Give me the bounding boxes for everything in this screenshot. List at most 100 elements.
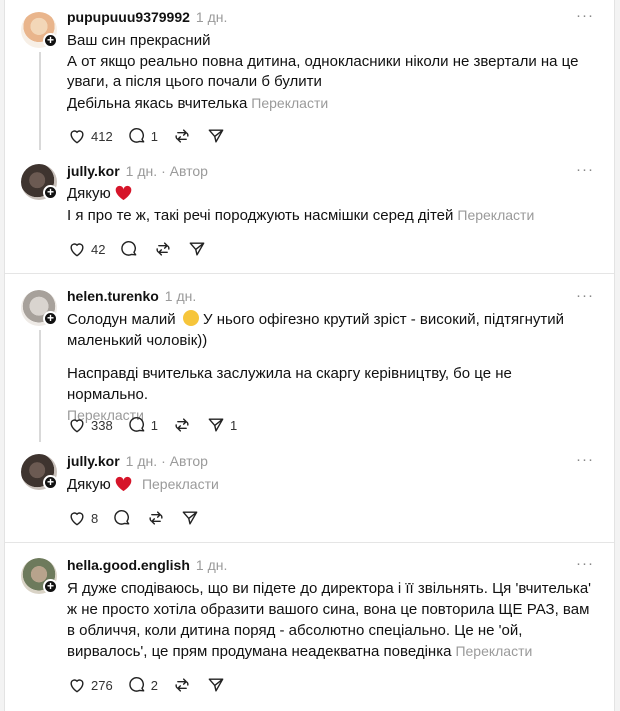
like-button[interactable]: 412: [67, 126, 113, 146]
comment-icon: [128, 677, 145, 692]
username[interactable]: pupupuuu9379992: [67, 9, 190, 25]
repost-icon: [175, 418, 189, 432]
red-heart-emoji: [115, 185, 132, 201]
reply-button[interactable]: 1: [127, 126, 158, 146]
comment-line: Дякую: [67, 476, 111, 493]
comment-text: Я дуже сподіваюсь, що ви підете до дирек…: [67, 578, 595, 662]
follow-plus-icon[interactable]: +: [43, 475, 58, 490]
divider: [5, 273, 614, 274]
comment-header: jully.kor 1 дн. · Автор: [67, 453, 208, 469]
comment-icon: [114, 510, 130, 525]
comment-header: pupupuuu9379992 1 дн.: [67, 9, 227, 25]
more-options-icon[interactable]: ···: [576, 161, 594, 178]
username[interactable]: jully.kor: [67, 453, 120, 469]
username[interactable]: jully.kor: [67, 163, 120, 179]
translate-link[interactable]: Перекласти: [251, 95, 328, 111]
comment-icon: [128, 128, 145, 143]
action-bar: 338 1 1: [67, 415, 251, 435]
like-button[interactable]: 8: [67, 508, 98, 528]
repost-icon: [156, 242, 171, 256]
thread-line: [39, 330, 41, 442]
comment-text: Солодун малий У нього офігезно крутий зр…: [67, 310, 595, 427]
timestamp: 1 дн.: [125, 163, 158, 179]
timestamp: 1 дн.: [125, 453, 158, 469]
reply-count: 1: [150, 417, 158, 433]
comments-panel: + pupupuuu9379992 1 дн. ··· Ваш син прекр…: [4, 0, 615, 711]
repost-icon: [149, 511, 163, 525]
more-options-icon[interactable]: ···: [576, 287, 594, 304]
action-bar: 8: [67, 508, 214, 528]
comment-line: Насправді вчителька заслужила на скаргу …: [67, 365, 512, 403]
timestamp: 1 дн.: [195, 557, 228, 573]
like-count: 42: [91, 241, 106, 257]
share-button[interactable]: [206, 675, 226, 695]
repost-button[interactable]: [172, 415, 192, 435]
share-button[interactable]: 1: [206, 415, 237, 435]
comment-header: jully.kor 1 дн. · Автор: [67, 163, 208, 179]
comment-line: Ваш син прекрасний: [67, 32, 211, 49]
like-count: 8: [91, 510, 99, 526]
follow-plus-icon[interactable]: +: [43, 311, 58, 326]
share-button[interactable]: [206, 126, 226, 146]
divider: [5, 542, 614, 543]
repost-button[interactable]: [172, 126, 192, 146]
username[interactable]: helen.turenko: [67, 288, 159, 304]
timestamp: 1 дн.: [195, 9, 228, 25]
comment-text: Дякую І я про те ж, такі речі породжують…: [67, 184, 595, 226]
send-icon: [208, 678, 224, 692]
comment-line: А от якщо реально повна дитина, одноклас…: [67, 52, 579, 91]
comment-icon: [128, 417, 145, 432]
send-icon: [190, 242, 205, 256]
share-button[interactable]: [187, 239, 207, 259]
like-button[interactable]: 276: [67, 675, 113, 695]
send-icon: [208, 418, 224, 432]
reply-button[interactable]: 1: [127, 415, 158, 435]
comment-header: helen.turenko 1 дн.: [67, 288, 196, 304]
send-icon: [208, 129, 224, 143]
heart-icon: [70, 679, 84, 693]
more-options-icon[interactable]: ···: [576, 555, 594, 572]
comment-line: Солодун малий: [67, 311, 176, 328]
comment-header: hella.good.english 1 дн.: [67, 557, 227, 573]
follow-plus-icon[interactable]: +: [43, 33, 58, 48]
translate-link[interactable]: Перекласти: [142, 476, 219, 492]
repost-icon: [175, 678, 189, 692]
red-heart-emoji: [115, 476, 132, 492]
more-options-icon[interactable]: ···: [576, 451, 594, 468]
reply-count: 1: [150, 128, 158, 144]
heart-icon: [70, 130, 84, 144]
follow-plus-icon[interactable]: +: [43, 579, 58, 594]
translate-link[interactable]: Перекласти: [455, 643, 532, 659]
action-bar: 412 1: [67, 126, 240, 146]
author-badge: · Автор: [161, 453, 208, 469]
more-options-icon[interactable]: ···: [576, 7, 594, 24]
like-count: 276: [91, 677, 113, 693]
username[interactable]: hella.good.english: [67, 557, 190, 573]
repost-icon: [175, 129, 189, 143]
comment-text: Ваш син прекрасний А от якщо реально пов…: [67, 31, 595, 114]
like-count: 412: [91, 128, 113, 144]
comment-icon: [121, 241, 137, 256]
comment-line: Дякую: [67, 185, 111, 202]
heart-icon: [70, 419, 84, 433]
action-bar: 276 2: [67, 675, 240, 695]
thread-line: [39, 52, 41, 150]
like-button[interactable]: 42: [67, 239, 105, 259]
author-badge: · Автор: [161, 163, 208, 179]
like-button[interactable]: 338: [67, 415, 113, 435]
comment-line: Дебільна якась вчителька: [67, 94, 248, 112]
repost-button[interactable]: [153, 239, 173, 259]
translate-link[interactable]: Перекласти: [457, 207, 534, 223]
follow-plus-icon[interactable]: +: [43, 185, 58, 200]
smiling-face-emoji: [182, 310, 199, 326]
repost-button[interactable]: [172, 675, 192, 695]
reply-button[interactable]: [119, 239, 139, 259]
share-button[interactable]: [180, 508, 200, 528]
action-bar: 42: [67, 239, 221, 259]
heart-icon: [70, 512, 84, 526]
repost-button[interactable]: [146, 508, 166, 528]
comment-text: Дякую Перекласти: [67, 474, 595, 496]
reply-count: 2: [150, 677, 158, 693]
reply-button[interactable]: 2: [127, 675, 158, 695]
reply-button[interactable]: [112, 508, 132, 528]
